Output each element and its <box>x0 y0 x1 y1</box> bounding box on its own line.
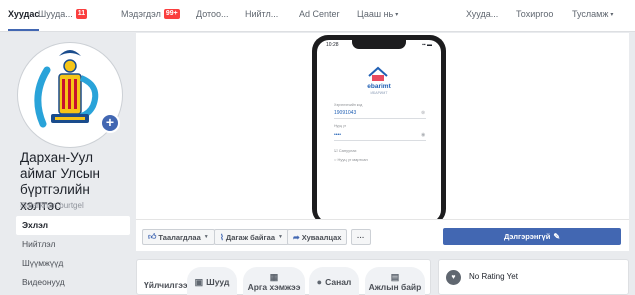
field-label: Нууц үг <box>334 124 347 128</box>
thumbs-up-icon: 👍︎ <box>148 232 157 241</box>
tab-insights[interactable]: Дотоо... <box>196 9 229 19</box>
add-photo-icon[interactable]: + <box>100 113 120 133</box>
calendar-icon: ▦ <box>269 271 279 282</box>
like-button[interactable]: 👍︎ Таалагдлаа ▼ <box>142 229 215 245</box>
sidebar-item-home[interactable]: Эхлэл <box>16 216 130 235</box>
share-arrow-icon: ➦ <box>293 232 300 242</box>
page-top-nav: Хуудас Шууда... 11 Мэдэгдэл 99+ Дотоо... Н… <box>0 0 635 32</box>
phone-mockup: 10:28 ▪▪ ▬ ebarimt ИБАРИМТ Хэрэглэгчийн … <box>312 35 446 219</box>
tab-notifications[interactable]: Мэдэгдэл 99+ <box>121 9 180 19</box>
field-label: Хэрэглэгчийн код <box>334 103 363 107</box>
app-subtitle: ИБАРИМТ <box>370 91 388 95</box>
tab-help[interactable]: Тусламж ▾ <box>572 9 613 19</box>
tab-page-info[interactable]: Хууда... <box>466 9 498 19</box>
tab-jobs[interactable]: ▤ Ажлын байр <box>365 267 425 295</box>
status-time: 10:28 <box>326 42 339 48</box>
inbox-badge: 11 <box>75 9 88 19</box>
briefcase-icon: ▤ <box>390 271 400 282</box>
chevron-down-icon: ▾ <box>395 11 399 18</box>
speech-bubble-icon: ♥ <box>446 270 461 285</box>
rss-icon: ⌇ <box>220 232 224 242</box>
field-value: •••• <box>334 132 342 138</box>
chevron-down-icon: ▾ <box>610 11 614 18</box>
field-underline <box>334 118 426 119</box>
sidebar-item-posts[interactable]: Нийтлэл <box>16 235 130 254</box>
tab-inbox[interactable]: Шууда... 11 <box>38 9 88 19</box>
forgot-checkbox: ○ Нууц үг мартсан <box>334 157 368 162</box>
notifications-badge: 99+ <box>163 9 180 19</box>
offer-icon: ● <box>316 276 323 287</box>
app-name: ebarimt <box>367 83 391 90</box>
field-underline <box>334 140 426 141</box>
phone-notch <box>352 40 406 49</box>
tab-page[interactable]: Хуудас <box>8 9 40 31</box>
follow-button[interactable]: ⌇ Дагаж байгаа ▼ <box>214 229 289 245</box>
tabs-row-label: Үйлчилгээ <box>144 280 188 290</box>
page-handle[interactable]: @darkhan.burtgel <box>20 201 84 210</box>
sidebar-item-videos[interactable]: Видеонууд <box>16 273 130 292</box>
live-video-icon: ▣ <box>194 276 204 287</box>
remember-checkbox: ☑ Сануулах <box>334 148 357 153</box>
pencil-icon: ✎ <box>553 232 561 241</box>
page-action-bar: 👍︎ Таалагдлаа ▼ ⌇ Дагаж байгаа ▼ ➦ Хуваалцах … <box>136 219 629 251</box>
learn-more-button[interactable]: Дэлгэрэнгүй ✎ <box>443 228 621 245</box>
rating-card: ♥ No Rating Yet <box>438 259 629 295</box>
tab-publishing[interactable]: Нийтл... <box>245 9 278 19</box>
page-tabs-row: Үйлчилгээ ▣ Шууд ▦ Арга хэмжээ ● Санал ▤ А… <box>136 259 431 295</box>
tab-live[interactable]: ▣ Шууд <box>187 267 237 295</box>
page-sidebar: + Дархан-Уул аймаг Улсын бүртгэлийн хэлт… <box>0 33 132 295</box>
tab-events[interactable]: ▦ Арга хэмжээ <box>243 267 305 295</box>
share-button[interactable]: ➦ Хуваалцах <box>287 229 348 245</box>
clear-icon: ⊗ <box>421 110 426 116</box>
sidebar-nav: Эхлэл Нийтлэл Шүүмжүүд Видеонууд <box>16 216 130 292</box>
more-options-button[interactable]: ··· <box>351 229 371 245</box>
tab-more[interactable]: Цааш нь ▾ <box>357 9 398 19</box>
tab-offers[interactable]: ● Санал <box>309 267 359 295</box>
rating-text: No Rating Yet <box>469 272 518 281</box>
tab-settings[interactable]: Тохиргоо <box>516 9 553 19</box>
eye-icon: ◉ <box>421 132 426 138</box>
sidebar-item-reviews[interactable]: Шүүмжүүд <box>16 254 130 273</box>
cover-photo[interactable]: 10:28 ▪▪ ▬ ebarimt ИБАРИМТ Хэрэглэгчийн … <box>136 33 629 219</box>
chevron-down-icon: ▼ <box>278 234 283 240</box>
ebarimt-logo-icon <box>368 66 388 81</box>
phone-screen: 10:28 ▪▪ ▬ ebarimt ИБАРИМТ Хэрэглэгчийн … <box>317 40 441 219</box>
chevron-down-icon: ▼ <box>203 234 209 240</box>
signal-battery-icon: ▪▪ ▬ <box>422 42 432 48</box>
field-value: 19091043 <box>334 110 357 116</box>
tab-ad-center[interactable]: Ad Center <box>299 9 340 19</box>
